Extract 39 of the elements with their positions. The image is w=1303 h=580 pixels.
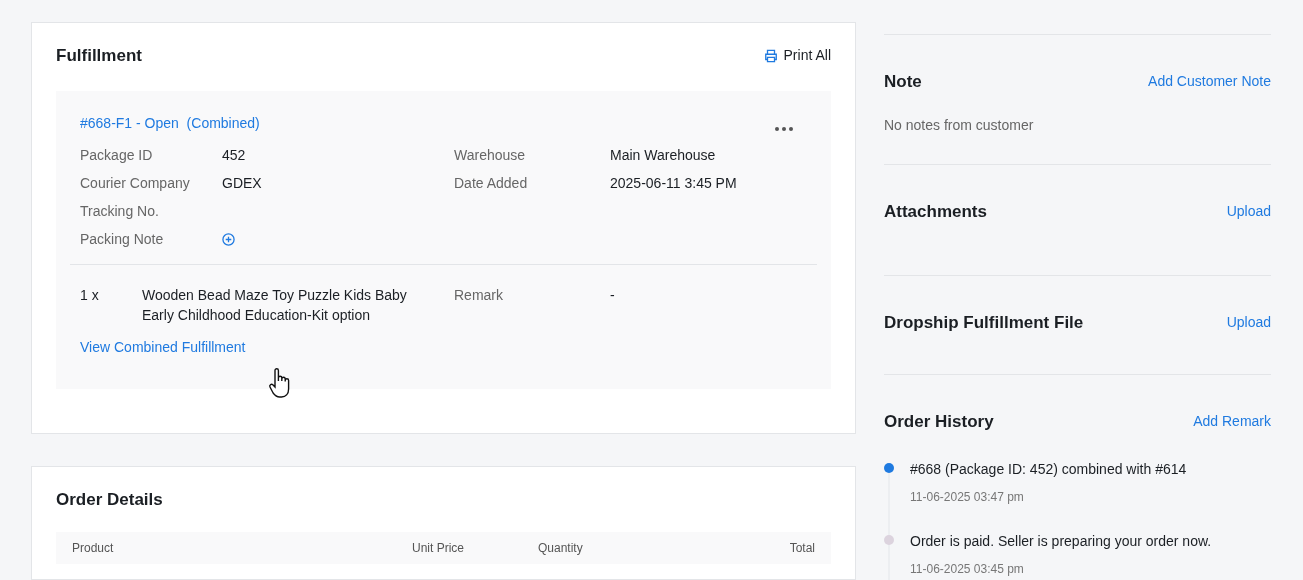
view-combined-fulfillment-link[interactable]: View Combined Fulfillment: [80, 336, 246, 358]
field-label: Date Added: [454, 174, 529, 193]
section-title: Note: [884, 71, 922, 93]
field-value: GDEX: [222, 174, 262, 193]
section-title: Order Details: [56, 488, 164, 511]
item-quantity: 1 x: [80, 285, 100, 305]
package-link[interactable]: #668-F1 - Open (Combined): [80, 112, 260, 134]
field-value: Main Warehouse: [610, 146, 716, 165]
field-value: 2025-06-11 3:45 PM: [610, 174, 737, 193]
history-text: #668 (Package ID: 452) combined with #614: [910, 459, 1187, 479]
field-label: Courier Company: [80, 174, 191, 193]
print-all-button[interactable]: Print All: [763, 45, 831, 67]
field-label: Packing Note: [80, 230, 165, 249]
history-time: 11-06-2025 03:47 pm: [910, 488, 1025, 506]
column-header: Product: [72, 540, 115, 557]
history-text: Order is paid. Seller is preparing your order now.: [910, 531, 1212, 551]
section-title: Fulfillment: [56, 45, 142, 67]
section-title: Attachments: [884, 201, 987, 223]
action-link[interactable]: Upload: [1226, 312, 1271, 334]
field-label: Tracking No.: [80, 202, 160, 221]
field-value: -: [610, 285, 615, 305]
more-icon[interactable]: [775, 126, 793, 131]
add-icon[interactable]: [222, 233, 235, 246]
printer-icon: [763, 48, 778, 63]
field-label: Warehouse: [454, 146, 527, 165]
field-value: 452: [222, 146, 246, 165]
section-title: Order History: [884, 411, 994, 433]
action-link[interactable]: Add Customer Note: [1148, 71, 1271, 93]
section-title: Dropship Fulfillment File: [884, 312, 1084, 334]
item-name: Wooden Bead Maze Toy Puzzle Kids Baby Early Childhood Education-Kit option: [142, 285, 408, 325]
action-link[interactable]: Upload: [1226, 201, 1271, 223]
field-label: Package ID: [80, 146, 154, 165]
field-label: Remark: [454, 285, 504, 305]
history-time: 11-06-2025 03:45 pm: [910, 560, 1025, 578]
add-remark-link[interactable]: Add Remark: [1193, 411, 1271, 433]
column-header: Quantity: [538, 540, 584, 557]
column-header: Unit Price: [412, 540, 465, 557]
note-text: No notes from customer: [884, 115, 1035, 135]
column-header: Total: [789, 540, 815, 557]
